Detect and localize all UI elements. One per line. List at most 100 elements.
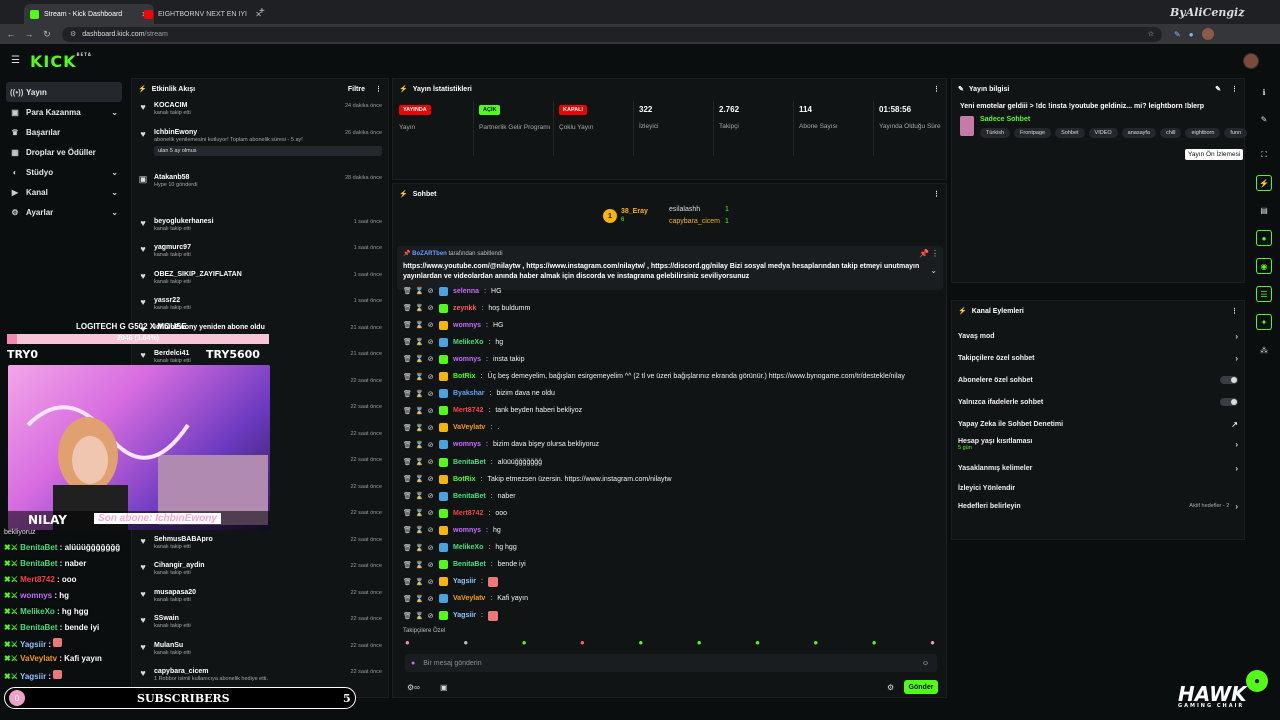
timeout-icon[interactable]: ⌛ bbox=[415, 287, 424, 295]
url-field[interactable]: ⚙ dashboard.kick.com/stream ☆ bbox=[62, 26, 1162, 42]
timeout-icon[interactable]: ⌛ bbox=[415, 321, 424, 329]
chat-bubble-icon[interactable]: ● bbox=[1246, 670, 1268, 692]
emote-icon[interactable]: ● bbox=[522, 638, 527, 647]
delete-icon[interactable]: 🗑 bbox=[403, 338, 412, 346]
tag-chip[interactable]: eightborn bbox=[1185, 128, 1221, 138]
chat-username[interactable]: womnys bbox=[453, 527, 481, 534]
ban-icon[interactable]: ⊘ bbox=[427, 304, 434, 312]
chat-username[interactable]: BenitaBet bbox=[453, 459, 486, 466]
new-tab-plus-icon[interactable]: + bbox=[259, 6, 265, 17]
delete-icon[interactable]: 🗑 bbox=[403, 595, 412, 603]
delete-icon[interactable]: 🗑 bbox=[403, 441, 412, 449]
sidebar-item-ayarlar[interactable]: ⚙ Ayarlar ⌄ bbox=[6, 202, 122, 222]
extension-icon[interactable]: ✎ bbox=[1174, 30, 1181, 39]
preview-icon[interactable]: ⛶ bbox=[1256, 147, 1272, 163]
channel-action-item[interactable]: Hedefleri belirleyin Aktif hedefler - 2 › bbox=[958, 499, 1238, 513]
filter-button[interactable]: Filtre bbox=[348, 86, 365, 93]
tag-chip[interactable]: funn bbox=[1224, 128, 1248, 138]
chat-username[interactable]: zeynkk bbox=[453, 305, 476, 312]
timeout-icon[interactable]: ⌛ bbox=[415, 355, 424, 363]
emote-icon[interactable]: ● bbox=[463, 638, 468, 647]
sidebar-item-kanal[interactable]: ▶ Kanal ⌄ bbox=[6, 182, 122, 202]
ban-icon[interactable]: ⊘ bbox=[427, 475, 434, 483]
chat-username[interactable]: womnys bbox=[453, 441, 481, 448]
ban-icon[interactable]: ⊘ bbox=[427, 355, 434, 363]
timeout-icon[interactable]: ⌛ bbox=[415, 424, 424, 432]
timeout-icon[interactable]: ⌛ bbox=[415, 526, 424, 534]
tag-chip[interactable]: VIDEO bbox=[1088, 128, 1118, 138]
tab-kick-dashboard[interactable]: Stream - Kick Dashboard ✕ bbox=[24, 4, 154, 24]
delete-icon[interactable]: 🗑 bbox=[403, 321, 412, 329]
back-arrow-icon[interactable]: ← bbox=[4, 29, 18, 39]
delete-icon[interactable]: 🗑 bbox=[403, 492, 412, 500]
timeout-icon[interactable]: ⌛ bbox=[415, 561, 424, 569]
document-icon[interactable]: ▤ bbox=[1256, 202, 1272, 218]
list-icon[interactable]: ☰ bbox=[1256, 286, 1272, 302]
gift-icon[interactable]: ▣ bbox=[440, 683, 448, 692]
more-options-icon[interactable]: ⋮ bbox=[1231, 307, 1238, 315]
timeout-icon[interactable]: ⌛ bbox=[415, 441, 424, 449]
channel-action-item[interactable]: Yasaklanmış kelimeler › bbox=[958, 461, 1238, 475]
timeout-icon[interactable]: ⌛ bbox=[415, 458, 424, 466]
channel-action-item[interactable]: Hesap yaşı kısıtlaması 5 gün › bbox=[958, 437, 1238, 451]
chat-username[interactable]: Yagsiir bbox=[453, 612, 476, 619]
timeout-icon[interactable]: ⌛ bbox=[415, 390, 424, 398]
category-name[interactable]: Sadece Sohbet bbox=[980, 116, 1251, 123]
bookmark-star-icon[interactable]: ☆ bbox=[1148, 30, 1154, 38]
channel-action-item[interactable]: Yavaş mod › bbox=[958, 329, 1238, 343]
ban-icon[interactable]: ⊘ bbox=[427, 338, 434, 346]
hamburger-menu-icon[interactable]: ☰ bbox=[11, 55, 20, 66]
chat-username[interactable]: womnys bbox=[453, 356, 481, 363]
emote-icon[interactable]: ● bbox=[930, 638, 935, 647]
tag-chip[interactable]: anasayfa bbox=[1121, 128, 1156, 138]
timeout-icon[interactable]: ⌛ bbox=[415, 338, 424, 346]
chat-scrollbar[interactable] bbox=[946, 594, 947, 618]
channel-action-item[interactable]: Takipçilere özel sohbet › bbox=[958, 351, 1238, 365]
ban-icon[interactable]: ⊘ bbox=[427, 492, 434, 500]
ban-icon[interactable]: ⊘ bbox=[427, 441, 434, 449]
delete-icon[interactable]: 🗑 bbox=[403, 355, 412, 363]
timeout-icon[interactable]: ⌛ bbox=[415, 492, 424, 500]
tab-youtube[interactable]: EIGHTBORNV NEXT EN İYİ ANI... ✕ bbox=[138, 4, 268, 24]
reload-icon[interactable]: ↻ bbox=[40, 29, 54, 40]
ban-icon[interactable]: ⊘ bbox=[427, 424, 434, 432]
timeout-icon[interactable]: ⌛ bbox=[415, 509, 424, 517]
emote-icon[interactable]: ● bbox=[638, 638, 643, 647]
send-button[interactable]: Gönder bbox=[904, 680, 938, 694]
pin-toggle-icon[interactable]: 📌 bbox=[919, 249, 929, 258]
timeout-icon[interactable]: ⌛ bbox=[415, 407, 424, 415]
site-settings-icon[interactable]: ⚙ bbox=[70, 30, 76, 38]
sidebar-item-droplar[interactable]: ▦ Droplar ve Ödüller bbox=[6, 142, 122, 162]
chat-username[interactable]: BotRix bbox=[453, 373, 476, 380]
emote-icon[interactable]: ● bbox=[755, 638, 760, 647]
emote-icon[interactable]: ● bbox=[405, 638, 410, 647]
lightning-icon[interactable]: ⚡ bbox=[1256, 175, 1272, 191]
delete-icon[interactable]: 🗑 bbox=[403, 424, 412, 432]
wrench-icon[interactable]: ✦ bbox=[1256, 314, 1272, 330]
channel-action-item[interactable]: Yapay Zeka ile Sohbet Denetimi ↗ bbox=[958, 417, 1238, 431]
delete-icon[interactable]: 🗑 bbox=[403, 475, 412, 483]
sidebar-item-basarilar[interactable]: ♛ Başarılar bbox=[6, 122, 122, 142]
pinned-by-user[interactable]: BoZARTben bbox=[412, 251, 447, 257]
ban-icon[interactable]: ⊘ bbox=[427, 287, 434, 295]
sidebar-item-yayin[interactable]: ((•)) Yayın bbox=[6, 82, 122, 102]
info-icon[interactable]: ℹ bbox=[1256, 84, 1272, 100]
ban-icon[interactable]: ⊘ bbox=[427, 578, 434, 586]
more-options-icon[interactable]: ⋮ bbox=[375, 85, 382, 93]
chat-bubble-icon[interactable]: ● bbox=[1256, 230, 1272, 246]
sidebar-item-para-kazanma[interactable]: ▣ Para Kazanma ⌄ bbox=[6, 102, 122, 122]
delete-icon[interactable]: 🗑 bbox=[403, 373, 412, 381]
tag-chip[interactable]: Sohbet bbox=[1055, 128, 1085, 138]
channel-action-item[interactable]: İzleyici Yönlendir bbox=[958, 481, 1238, 495]
delete-icon[interactable]: 🗑 bbox=[403, 304, 412, 312]
delete-icon[interactable]: 🗑 bbox=[403, 578, 412, 586]
emote-icon[interactable]: ● bbox=[813, 638, 818, 647]
ban-icon[interactable]: ⊘ bbox=[427, 321, 434, 329]
channel-action-item[interactable]: Yalnızca ifadelerle sohbet bbox=[958, 395, 1238, 409]
chat-username[interactable]: Yagsiir bbox=[453, 578, 476, 585]
timeout-icon[interactable]: ⌛ bbox=[415, 578, 424, 586]
more-options-icon[interactable]: ⋮ bbox=[933, 85, 940, 93]
timeout-icon[interactable]: ⌛ bbox=[415, 304, 424, 312]
user-avatar[interactable] bbox=[1243, 53, 1259, 69]
ban-icon[interactable]: ⊘ bbox=[427, 526, 434, 534]
